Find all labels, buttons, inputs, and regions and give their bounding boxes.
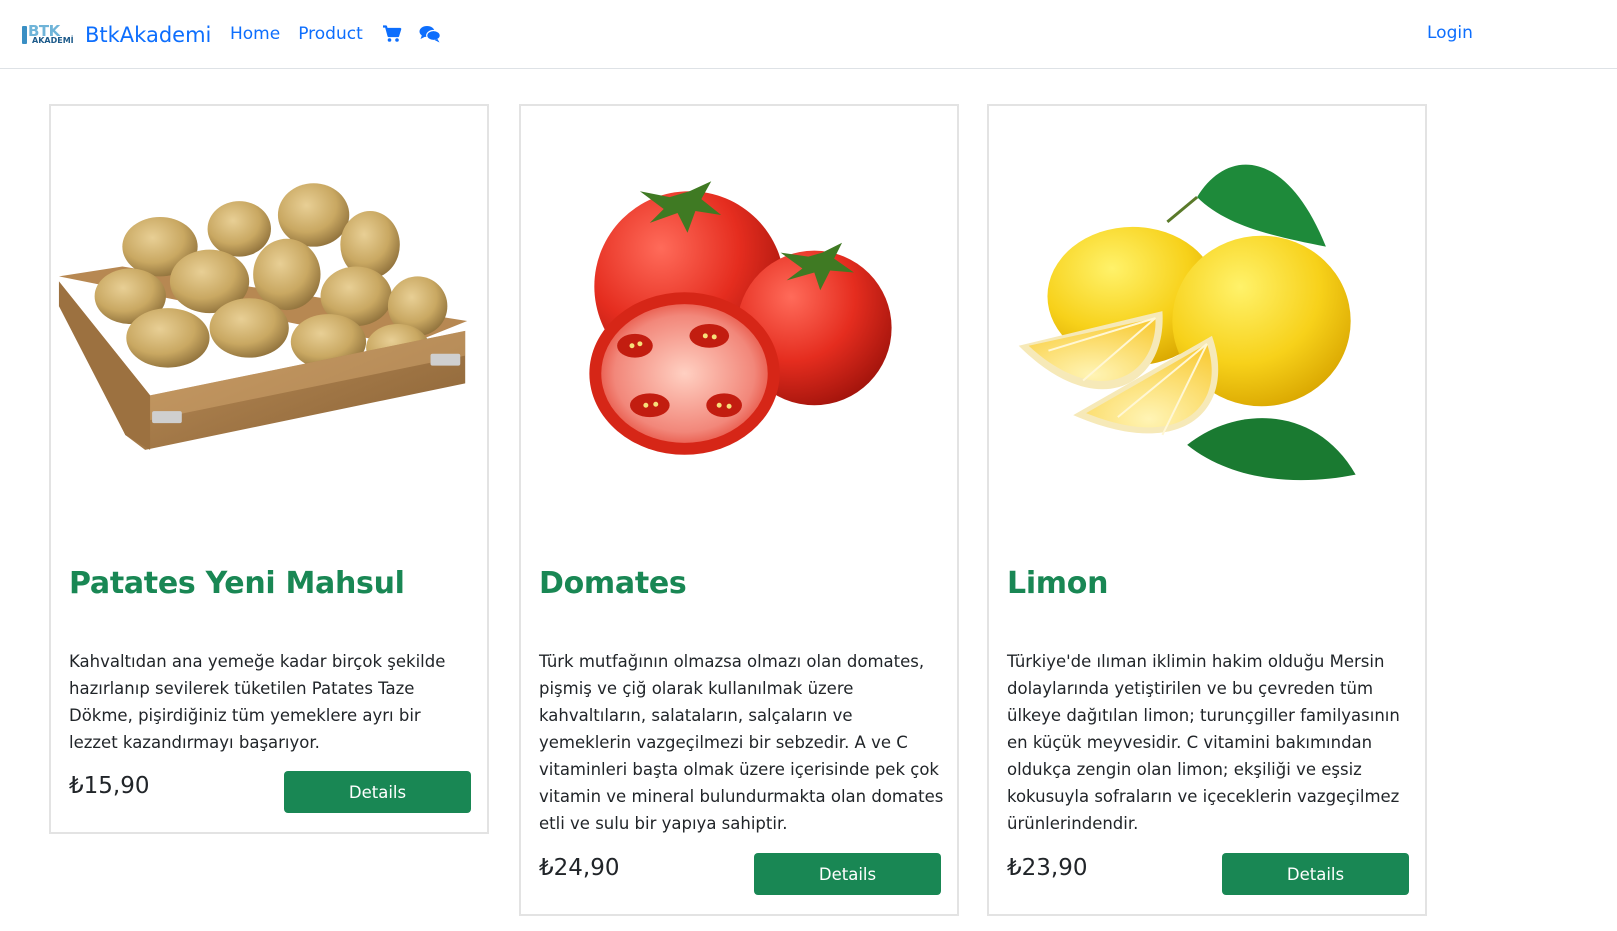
product-title: Limon <box>1007 566 1109 601</box>
brand-name: BtkAkademi <box>85 23 212 47</box>
product-price: ₺23,90 <box>1007 855 1088 881</box>
comments-icon[interactable] <box>419 24 441 44</box>
product-card-limon: Limon Türkiye'de ılıman iklimin hakim ol… <box>987 104 1427 916</box>
brand-link[interactable]: BTK AKADEMİ BtkAkademi <box>20 22 211 48</box>
product-price: ₺24,90 <box>539 855 620 881</box>
product-card-patates: Patates Yeni Mahsul Kahvaltıdan ana yeme… <box>49 104 489 834</box>
details-button[interactable]: Details <box>1222 853 1409 895</box>
product-description: Türkiye'de ılıman iklimin hakim olduğu M… <box>1007 652 1400 833</box>
product-description: Türk mutfağının olmazsa olmazı olan doma… <box>539 652 944 833</box>
nav-links: Home Product <box>230 24 457 44</box>
product-title: Patates Yeni Mahsul <box>69 566 405 601</box>
product-title: Domates <box>539 566 687 601</box>
details-button[interactable]: Details <box>284 771 471 813</box>
product-image-lemons <box>1018 164 1356 481</box>
product-price: ₺15,90 <box>69 773 150 799</box>
product-card-domates: Domates Türk mutfağının olmazsa olmazı o… <box>519 104 959 916</box>
details-button[interactable]: Details <box>754 853 941 895</box>
nav-link-home[interactable]: Home <box>230 24 280 44</box>
product-image-tomatoes <box>589 181 892 455</box>
product-description: Kahvaltıdan ana yemeğe kadar birçok şeki… <box>69 652 446 752</box>
product-image-potatoes <box>58 183 468 450</box>
nav-link-product[interactable]: Product <box>298 24 363 44</box>
login-link[interactable]: Login <box>1427 23 1473 43</box>
btk-akademi-logo: BTK AKADEMİ <box>20 22 80 48</box>
navbar: BTK AKADEMİ BtkAkademi Home Product Logi… <box>0 0 1617 69</box>
shopping-cart-icon[interactable] <box>381 24 403 44</box>
